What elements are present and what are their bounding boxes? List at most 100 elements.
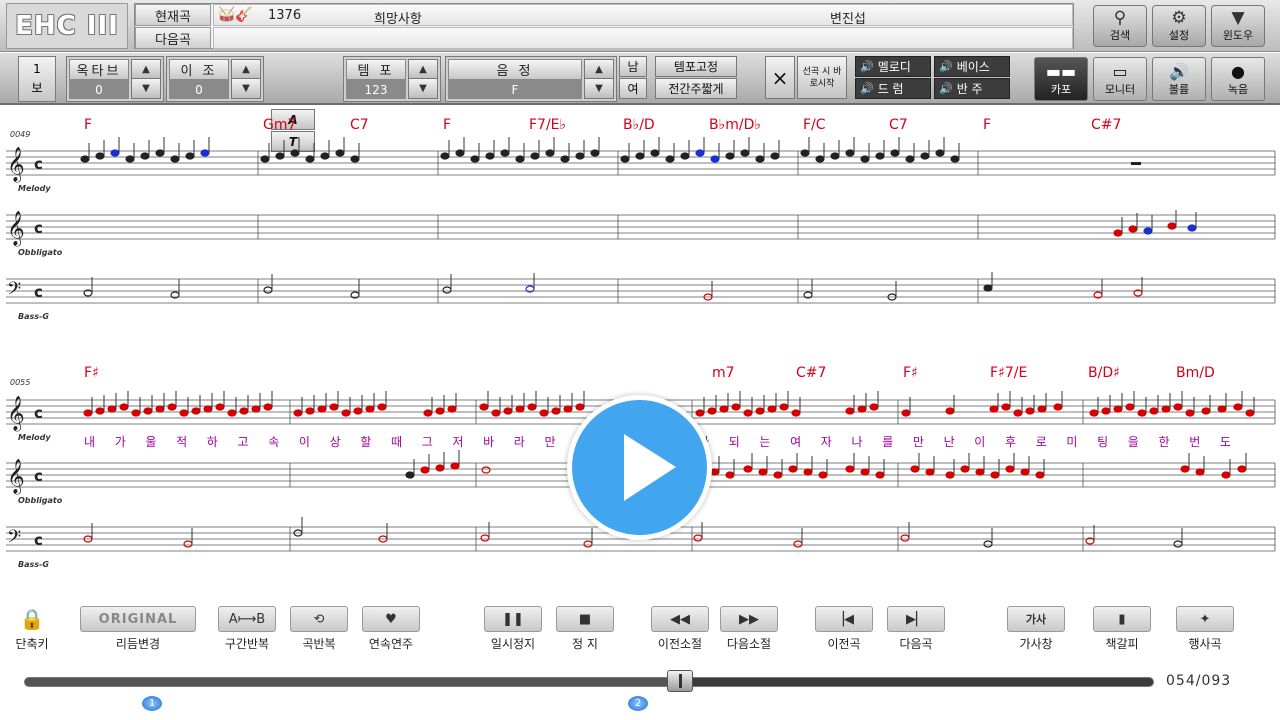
lyric-syllable: 하	[207, 435, 218, 449]
notehead	[551, 407, 561, 415]
volume-button[interactable]: 🔊 볼륨	[1152, 57, 1206, 101]
notehead	[875, 152, 885, 160]
play-overlay-button[interactable]	[567, 395, 712, 540]
female-key-button[interactable]: 여	[619, 78, 647, 99]
continuous-play-button[interactable]: ♥ 연속연주	[362, 606, 420, 652]
app-window: EHC III 현재곡 다음곡 🥁🎸 1376 희망사항 변진섭 ⚲ 검색 ⚙ …	[0, 0, 1280, 720]
lyric-syllable: 되	[729, 435, 740, 449]
drum-toggle[interactable]: 🔊 드 럼	[855, 78, 931, 99]
notehead	[1020, 468, 1030, 476]
monitor-label: 모니터	[1104, 82, 1136, 96]
pitch-up-button[interactable]: ▲	[584, 59, 614, 80]
transpose-down-button[interactable]: ▼	[231, 78, 261, 99]
chord-symbol: F	[84, 117, 92, 133]
bass-toggle[interactable]: 🔊 베이스	[934, 56, 1010, 77]
bass-clef: 𝄢	[7, 527, 21, 552]
chord-symbol: F♯	[903, 365, 918, 381]
treble-clef: 𝄞	[7, 211, 25, 247]
next-measure-button[interactable]: ▶▶ 다음소절	[720, 606, 778, 652]
view-toggle-button[interactable]: 1 보	[18, 56, 56, 102]
rest	[1131, 162, 1141, 165]
current-song-label: 현재곡	[135, 4, 211, 26]
settings-button-label: 설정	[1168, 29, 1190, 42]
lyric-syllable: 가	[115, 435, 126, 449]
stop-icon: ■	[556, 606, 614, 632]
notehead	[227, 409, 237, 417]
select-start-button[interactable]: 선곡 시 바로시작	[797, 56, 847, 99]
short-interlude-button[interactable]: 전간주짧게	[655, 78, 737, 99]
transpose-up-button[interactable]: ▲	[231, 59, 261, 80]
notehead	[83, 409, 93, 417]
section-repeat-button[interactable]: A⟼B 구간반복	[218, 606, 276, 652]
notehead	[575, 152, 585, 160]
speaker-icon: 🔊	[860, 82, 874, 95]
search-button[interactable]: ⚲ 검색	[1093, 5, 1147, 47]
notehead	[743, 409, 753, 417]
previous-measure-button[interactable]: ◀◀ 이전소절	[651, 606, 709, 652]
window-button[interactable]: ▼ 윈도우	[1211, 5, 1265, 47]
next-song-button[interactable]: ▶▏ 다음곡	[887, 606, 945, 652]
notehead	[420, 466, 430, 474]
next-song-row[interactable]	[213, 27, 1073, 49]
staff-label: Melody	[18, 433, 51, 442]
melody-toggle[interactable]: 🔊 멜로디	[855, 56, 931, 77]
lyric-syllable: 한	[1159, 435, 1170, 449]
notehead	[983, 284, 993, 292]
stop-button[interactable]: ■ 정 지	[556, 606, 614, 652]
notehead	[1167, 222, 1177, 230]
close-icon[interactable]: ×	[765, 56, 795, 99]
section-marker[interactable]: 1	[142, 696, 162, 711]
lyric-syllable: 이	[974, 435, 985, 449]
monitor-button[interactable]: ▭ 모니터	[1093, 57, 1147, 101]
chord-symbol: C7	[889, 117, 908, 133]
notehead	[1185, 409, 1195, 417]
bass-label: 베이스	[956, 60, 990, 74]
notehead	[901, 409, 911, 417]
notehead	[377, 403, 387, 411]
octave-value: 0	[69, 80, 129, 99]
tempo-down-button[interactable]: ▼	[408, 78, 438, 99]
notehead	[910, 465, 920, 473]
current-song-row[interactable]: 🥁🎸 1376 희망사항 변진섭	[213, 4, 1073, 27]
notehead	[1005, 465, 1015, 473]
notehead	[470, 155, 480, 163]
progress-slider[interactable]	[24, 670, 1154, 692]
tempo-fix-button[interactable]: 템포고정	[655, 56, 737, 77]
notehead	[423, 409, 433, 417]
lyrics-window-button[interactable]: 가사 가사창	[1007, 606, 1065, 652]
pause-button[interactable]: ❚❚ 일시정지	[484, 606, 542, 652]
notehead	[857, 405, 867, 413]
shortcut-key-button[interactable]: 🔒 단축키	[12, 606, 52, 652]
male-key-button[interactable]: 남	[619, 56, 647, 77]
rewind-icon: ◀◀	[651, 606, 709, 632]
tempo-up-button[interactable]: ▲	[408, 59, 438, 80]
notehead	[950, 155, 960, 163]
record-button[interactable]: ● 녹음	[1211, 57, 1265, 101]
notehead	[1037, 405, 1047, 413]
previous-song-button[interactable]: ▕◀ 이전곡	[815, 606, 873, 652]
progress-handle[interactable]	[667, 670, 693, 692]
notehead	[1113, 405, 1123, 413]
notehead	[179, 409, 189, 417]
notehead	[131, 409, 141, 417]
event-song-button[interactable]: ✦ 행사곡	[1176, 606, 1234, 652]
section-marker[interactable]: 2	[628, 696, 648, 711]
accompaniment-toggle[interactable]: 🔊 반 주	[934, 78, 1010, 99]
settings-button[interactable]: ⚙ 설정	[1152, 5, 1206, 47]
notehead	[329, 403, 339, 411]
chord-symbol: m7	[712, 365, 735, 381]
bookmark-button[interactable]: ▮ 책갈피	[1093, 606, 1151, 652]
notehead	[527, 403, 537, 411]
notehead	[1053, 403, 1063, 411]
notehead	[743, 465, 753, 473]
song-repeat-button[interactable]: ⟲ 곡반복	[290, 606, 348, 652]
speaker-icon: 🔊	[1169, 61, 1189, 81]
previous-measure-label: 이전소절	[657, 637, 703, 651]
time-signature: c	[34, 467, 43, 485]
pitch-down-button[interactable]: ▼	[584, 78, 614, 99]
octave-down-button[interactable]: ▼	[131, 78, 161, 99]
rhythm-change-button[interactable]: ORIGINAL 리듬변경	[80, 606, 196, 652]
capo-button[interactable]: ▬▬ 카포	[1034, 57, 1088, 101]
notehead	[110, 149, 120, 157]
octave-up-button[interactable]: ▲	[131, 59, 161, 80]
